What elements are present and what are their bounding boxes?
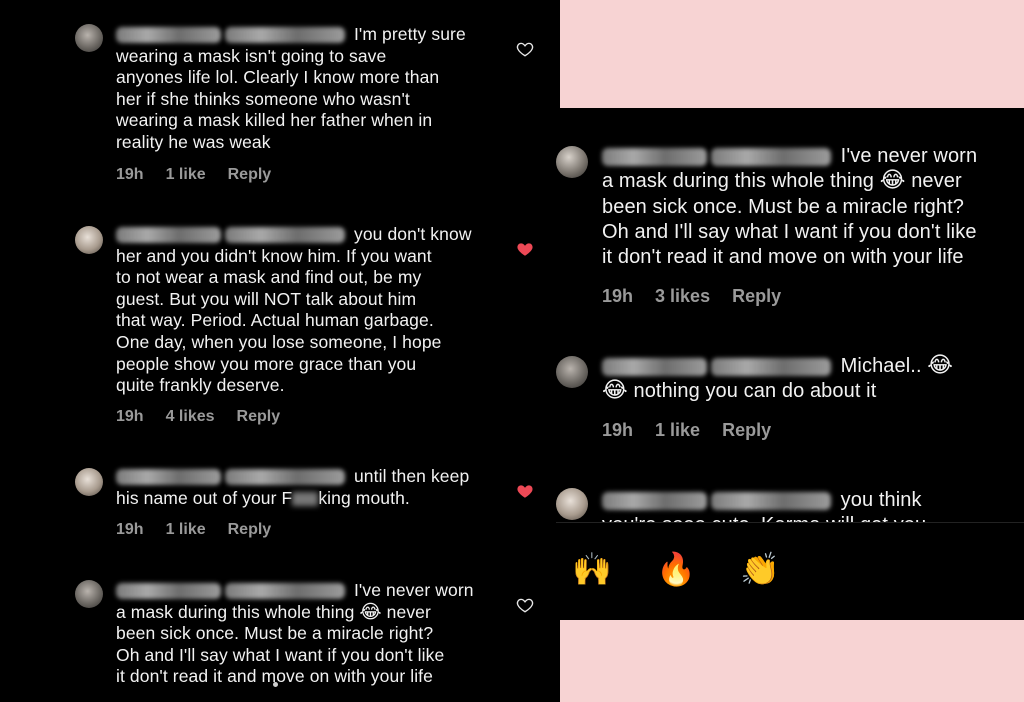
laughing-emoji-icon: 😂 [359, 601, 382, 623]
blurred-mention[interactable] [225, 227, 345, 244]
comment-meta: 19h 4 likes Reply [116, 408, 302, 426]
timestamp: 19h [116, 521, 144, 538]
likes-count[interactable]: 1 like [166, 521, 206, 538]
reply-button[interactable]: Reply [732, 286, 781, 306]
heart-eyes-emoji[interactable]: 😍 [904, 553, 937, 585]
timestamp: 19h [116, 408, 144, 425]
avatar[interactable] [75, 468, 103, 496]
timestamp: 19h [602, 420, 634, 440]
blurred-mention[interactable] [225, 583, 345, 600]
left-comment-thread: I'm pretty sure wearing a mask isn't goi… [0, 0, 560, 702]
emoji-reaction-bar: 🙌 🔥 👏 😢 😍 😮 [556, 522, 1024, 620]
comment-text: Michael.. 😂 😂 nothing you can do about i… [602, 352, 954, 403]
blurred-mention[interactable] [225, 27, 345, 44]
avatar[interactable] [75, 580, 103, 608]
heart-outline-icon[interactable] [516, 40, 534, 58]
timestamp: 19h [116, 166, 144, 183]
reply-button[interactable]: Reply [228, 166, 272, 183]
blurred-mention[interactable] [711, 491, 831, 510]
likes-count[interactable]: 1 like [655, 420, 700, 440]
avatar[interactable] [556, 146, 588, 178]
comment-meta: 19h 1 like Reply [602, 420, 793, 441]
reply-button[interactable]: Reply [722, 420, 771, 440]
heart-filled-icon[interactable] [516, 240, 534, 258]
blurred-username[interactable] [602, 357, 707, 376]
comment-text: I'm pretty sure wearing a mask isn't goi… [116, 24, 466, 152]
censor-blur [292, 491, 319, 506]
comment-text: until then keep his name out of your Fki… [116, 466, 470, 508]
blurred-mention[interactable] [711, 147, 831, 166]
comment-text: you don't know her and you didn't know h… [116, 224, 472, 396]
laughing-emoji-icon: 😂 [879, 167, 906, 193]
surprised-emoji[interactable]: 😮 [986, 553, 1019, 585]
comment-meta: 19h 1 like Reply [116, 521, 293, 539]
blurred-username[interactable] [602, 147, 707, 166]
blurred-mention[interactable] [225, 469, 345, 486]
right-comment-thread: I've never worn a mask during this whole… [556, 108, 1024, 620]
avatar[interactable] [75, 226, 103, 254]
timestamp: 19h [602, 286, 634, 306]
heart-filled-icon[interactable] [516, 482, 534, 500]
avatar[interactable] [556, 488, 588, 520]
laughing-emoji-icon: 😂 [927, 352, 954, 377]
comment-text: I've never worn a mask during this whole… [602, 145, 978, 269]
page-indicator-dot [273, 682, 278, 687]
reply-button[interactable]: Reply [228, 521, 272, 538]
comment-text: I've never worn a mask during this whole… [116, 580, 474, 687]
blurred-username[interactable] [116, 227, 221, 244]
avatar[interactable] [75, 24, 103, 52]
likes-count[interactable]: 1 like [166, 166, 206, 183]
heart-outline-icon[interactable] [516, 596, 534, 614]
comment-meta: 19h 3 likes Reply [602, 286, 803, 307]
crying-emoji[interactable]: 😢 [822, 553, 855, 585]
clapping-emoji[interactable]: 👏 [740, 553, 780, 585]
reply-button[interactable]: Reply [237, 408, 281, 425]
blurred-username[interactable] [116, 27, 221, 44]
blurred-username[interactable] [116, 469, 221, 486]
laughing-emoji-icon: 😂 [602, 377, 628, 403]
comment-meta: 19h 1 like Reply [116, 166, 293, 184]
raising-hands-emoji[interactable]: 🙌 [572, 553, 612, 585]
blurred-username[interactable] [602, 491, 707, 510]
blurred-mention[interactable] [711, 357, 831, 376]
likes-count[interactable]: 3 likes [655, 286, 710, 306]
likes-count[interactable]: 4 likes [166, 408, 215, 425]
fire-emoji[interactable]: 🔥 [656, 553, 696, 585]
avatar[interactable] [556, 356, 588, 388]
blurred-username[interactable] [116, 583, 221, 600]
